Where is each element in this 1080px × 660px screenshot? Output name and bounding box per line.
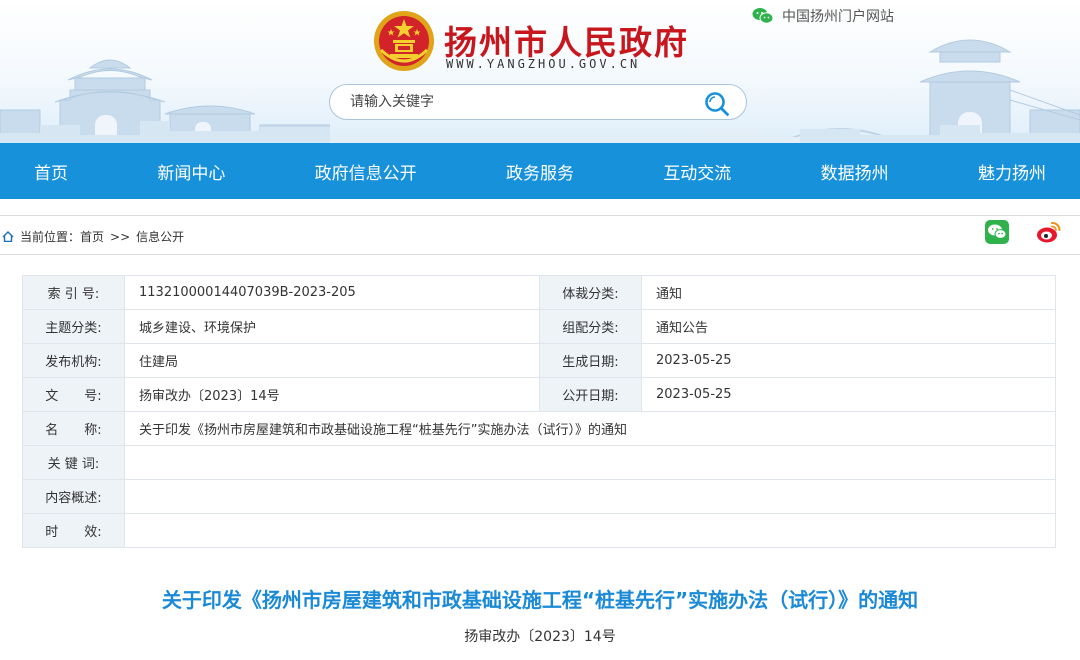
validity-value — [124, 513, 1056, 548]
nav-item-services[interactable]: 政务服务 — [506, 159, 574, 184]
document-title: 关于印发《扬州市房屋建筑和市政基础设施工程“桩基先行”实施办法（试行）》的通知 — [161, 588, 919, 612]
wechat-icon — [752, 8, 774, 24]
docno-label: 文 号: — [22, 377, 125, 412]
table-row: 索 引 号: 11321000014407039B-2023-205 体裁分类:… — [22, 275, 1056, 310]
wechat-share-icon[interactable] — [985, 220, 1009, 244]
breadcrumb-separator: >> — [110, 229, 131, 244]
topic-value: 城乡建设、环境保护 — [124, 309, 540, 344]
portal-link[interactable]: 中国扬州门户网站 — [752, 6, 894, 26]
main-nav: 首页 新闻中心 政府信息公开 政务服务 互动交流 数据扬州 魅力扬州 — [0, 143, 1080, 199]
national-emblem-icon — [374, 11, 434, 71]
portal-link-label: 中国扬州门户网站 — [782, 9, 894, 25]
issuer-value: 住建局 — [124, 343, 540, 378]
search-icon[interactable] — [704, 91, 730, 117]
published-value: 2023-05-25 — [641, 377, 1056, 412]
nav-item-interaction[interactable]: 互动交流 — [663, 159, 731, 184]
table-row: 内容概述: — [22, 479, 1056, 514]
nav-item-home[interactable]: 首页 — [34, 159, 68, 184]
keywords-value — [124, 445, 1056, 480]
category-label: 组配分类: — [539, 309, 642, 344]
nav-item-gov-info[interactable]: 政府信息公开 — [315, 159, 417, 184]
keywords-label: 关 键 词: — [22, 445, 125, 480]
breadcrumb-prefix: 当前位置： — [20, 230, 81, 244]
summary-label: 内容概述: — [22, 479, 125, 514]
validity-label: 时 效: — [22, 513, 125, 548]
nav-item-data[interactable]: 数据扬州 — [821, 159, 889, 184]
issuer-label: 发布机构: — [22, 343, 125, 378]
created-value: 2023-05-25 — [641, 343, 1056, 378]
table-row: 关 键 词: — [22, 445, 1056, 480]
docno-value: 扬审改办〔2023〕14号 — [124, 377, 540, 412]
index-label: 索 引 号: — [22, 275, 125, 310]
weibo-share-icon[interactable] — [1036, 220, 1062, 244]
breadcrumb-current[interactable]: 信息公开 — [136, 228, 184, 245]
document-number: 扬审改办〔2023〕14号 — [464, 629, 616, 645]
nav-item-charm[interactable]: 魅力扬州 — [978, 159, 1046, 184]
name-label: 名 称: — [22, 411, 125, 446]
category-value: 通知公告 — [641, 309, 1056, 344]
search-box — [329, 84, 747, 120]
topic-label: 主题分类: — [22, 309, 125, 344]
created-label: 生成日期: — [539, 343, 642, 378]
name-value: 关于印发《扬州市房屋建筑和市政基础设施工程“桩基先行”实施办法（试行）》的通知 — [124, 411, 1056, 446]
breadcrumb: 当前位置： 首页 >> 信息公开 — [0, 215, 1080, 255]
genre-label: 体裁分类: — [539, 275, 642, 310]
document-metadata-table: 索 引 号: 11321000014407039B-2023-205 体裁分类:… — [22, 275, 1056, 548]
genre-value: 通知 — [641, 275, 1056, 310]
table-row: 名 称: 关于印发《扬州市房屋建筑和市政基础设施工程“桩基先行”实施办法（试行）… — [22, 411, 1056, 446]
table-row: 文 号: 扬审改办〔2023〕14号 公开日期: 2023-05-25 — [22, 377, 1056, 412]
published-label: 公开日期: — [539, 377, 642, 412]
breadcrumb-home[interactable]: 首页 — [80, 228, 104, 245]
table-row: 主题分类: 城乡建设、环境保护 组配分类: 通知公告 — [22, 309, 1056, 344]
index-value: 11321000014407039B-2023-205 — [124, 275, 540, 310]
summary-value — [124, 479, 1056, 514]
site-header: 扬州市人民政府 WWW.YANGZHOU.GOV.CN 中国扬州门户网站 — [0, 0, 1080, 143]
home-icon — [2, 231, 14, 242]
search-input[interactable] — [348, 93, 692, 111]
table-row: 发布机构: 住建局 生成日期: 2023-05-25 — [22, 343, 1056, 378]
site-domain: WWW.YANGZHOU.GOV.CN — [446, 57, 641, 71]
nav-item-news[interactable]: 新闻中心 — [157, 159, 225, 184]
table-row: 时 效: — [22, 513, 1056, 548]
